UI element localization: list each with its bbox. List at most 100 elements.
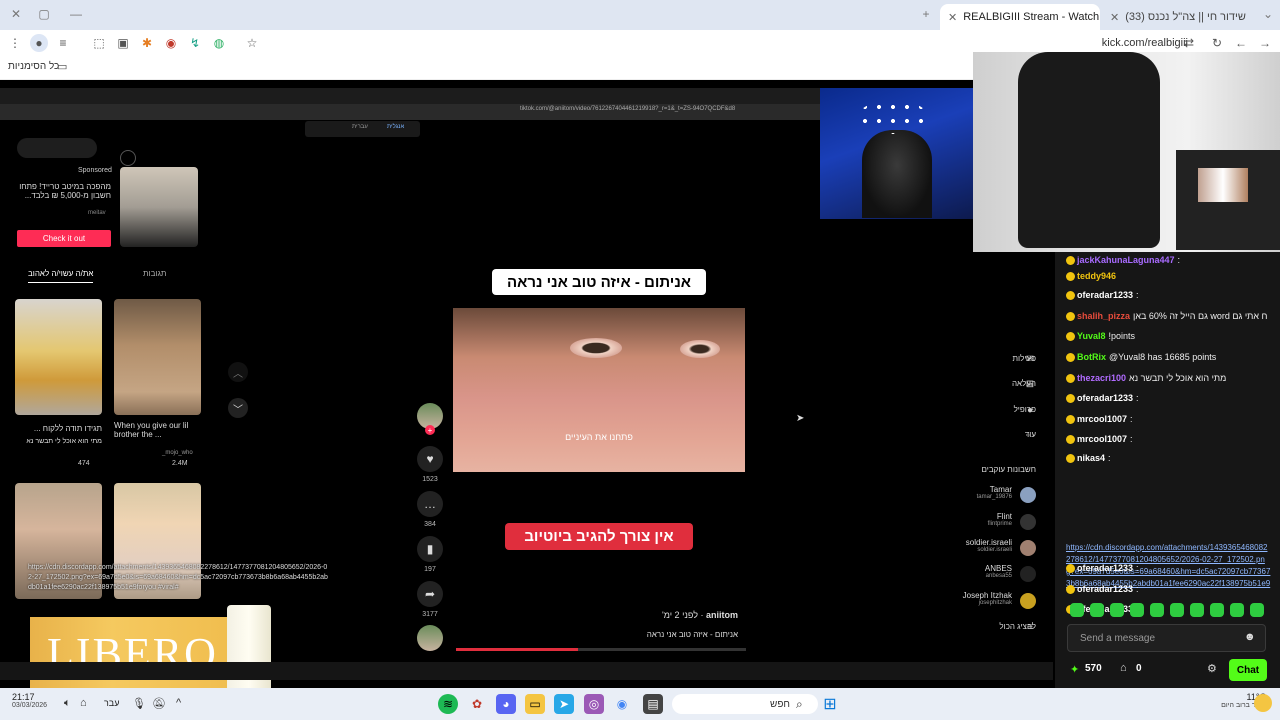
chat-username[interactable]: oferadar1233 (1077, 584, 1133, 594)
settings-gear-icon[interactable]: ⚙ (1207, 662, 1217, 675)
tab-search-icon[interactable]: ⌄ (1256, 4, 1280, 24)
heart-icon[interactable]: ♥ (417, 446, 443, 472)
emote-icon[interactable] (1130, 603, 1144, 617)
suggestion-thumbnail[interactable] (15, 299, 102, 415)
discord-icon[interactable]: ◕ (496, 694, 516, 714)
emoji-icon[interactable]: ☻ (1244, 631, 1256, 643)
file-explorer-icon[interactable]: ▭ (525, 694, 545, 714)
list-icon[interactable]: ≡ (1022, 619, 1038, 635)
music-avatar[interactable] (417, 625, 443, 651)
show-hidden-icons[interactable]: ^ (176, 697, 181, 709)
profile-icon[interactable]: ● (30, 34, 48, 52)
tab-you-may-like[interactable]: את/ה עשוי/ה לאהוב (28, 269, 94, 283)
bookmark-star-icon[interactable]: ☆ (243, 34, 261, 52)
tab-hebrew[interactable]: עברית (352, 124, 368, 136)
upload-icon[interactable]: ⊞ (1022, 376, 1038, 392)
reload-icon[interactable]: ↻ (1208, 34, 1226, 52)
language-indicator[interactable]: עבר (104, 698, 119, 708)
emote-icon[interactable] (1250, 603, 1264, 617)
chevron-down-icon[interactable]: ﹀ (228, 398, 248, 418)
emote-icon[interactable] (1170, 603, 1184, 617)
send-message-input[interactable]: Send a message (1067, 624, 1266, 652)
extension-icon[interactable]: ≡ (54, 34, 72, 52)
inbox-icon[interactable]: ✉ (1022, 351, 1038, 367)
following-avatar[interactable] (1020, 593, 1036, 609)
emote-icon[interactable] (1110, 603, 1124, 617)
share-icon[interactable]: ➦ (417, 581, 443, 607)
following-item[interactable]: ANBES anbesa55 (930, 564, 1012, 579)
emote-icon[interactable] (1090, 603, 1104, 617)
bookmark-icon[interactable]: ▮ (417, 536, 443, 562)
chat-username[interactable]: oferadar1233 (1077, 290, 1133, 300)
close-window-icon[interactable]: ✕ (4, 4, 28, 24)
tiktok-controls[interactable] (17, 138, 97, 158)
gift-icon[interactable]: ⌂ (1120, 662, 1127, 674)
emote-icon[interactable] (1190, 603, 1204, 617)
video-progress-bar[interactable] (456, 648, 746, 651)
check-it-out-button[interactable]: Check it out (17, 230, 111, 247)
minimize-window-icon[interactable]: — (64, 4, 88, 24)
extensions-puzzle-icon[interactable]: ⬚ (90, 34, 108, 52)
follow-plus-icon[interactable]: + (425, 425, 435, 435)
all-bookmarks-link[interactable]: כל הסימניות (8, 61, 59, 72)
forward-icon[interactable]: ← (1232, 34, 1250, 52)
new-tab-icon[interactable]: + (914, 4, 938, 24)
following-avatar[interactable] (1020, 566, 1036, 582)
chat-username[interactable]: Yuval8 (1077, 331, 1106, 341)
chat-username[interactable]: oferadar1233 (1077, 563, 1133, 573)
microphone-icon[interactable]: 🎙︎ (132, 697, 146, 710)
terminal-icon[interactable]: ▤ (643, 694, 663, 714)
chat-username[interactable]: jackKahunaLaguna447 (1077, 255, 1175, 265)
emote-icon[interactable] (1230, 603, 1244, 617)
video-author[interactable]: aniitom · לפני 2 ימ' (560, 610, 738, 620)
telegram-icon[interactable]: ➤ (554, 694, 574, 714)
following-avatar[interactable] (1020, 487, 1036, 503)
tab-kick-stream[interactable]: ✕ REALBIGIII Stream - Watch (940, 4, 1100, 30)
chat-username[interactable]: thezacri100 (1077, 373, 1126, 383)
windows-start-icon[interactable]: ⊞ (820, 694, 840, 714)
extension-orange-icon[interactable]: ✱ (138, 34, 156, 52)
video-frame[interactable] (453, 308, 745, 472)
chat-send-button[interactable]: Chat (1229, 659, 1267, 681)
close-tab-icon[interactable]: ✕ (1110, 11, 1119, 24)
more-dots-icon[interactable]: ⋯ (1022, 427, 1038, 443)
extension-red-icon[interactable]: ◉ (162, 34, 180, 52)
tab-comments[interactable]: תגובות (143, 269, 166, 278)
chat-username[interactable]: teddy946 (1077, 271, 1116, 281)
emote-icon[interactable] (1150, 603, 1164, 617)
close-tab-icon[interactable]: ✕ (948, 11, 957, 24)
chat-username[interactable]: nikas4 (1077, 453, 1105, 463)
back-icon[interactable]: → (1256, 34, 1274, 52)
suggestion-thumbnail[interactable] (114, 299, 201, 415)
tab-youtube[interactable]: ✕ שידור חי || צה"ל נכנס (33) (1102, 4, 1252, 30)
emote-icon[interactable] (1070, 603, 1084, 617)
following-avatar[interactable] (1020, 514, 1036, 530)
chat-username[interactable]: shalih_pizza (1077, 311, 1130, 321)
spotify-icon[interactable]: ≋ (438, 694, 458, 714)
following-avatar[interactable] (1020, 540, 1036, 556)
comment-icon[interactable]: … (417, 491, 443, 517)
tab-english[interactable]: אנגלית (387, 124, 404, 136)
emote-icon[interactable] (1210, 603, 1224, 617)
chat-username[interactable]: BotRix (1077, 352, 1106, 362)
profile-avatar-icon[interactable]: ● (1022, 402, 1038, 418)
network-icon[interactable]: ⌂ (80, 697, 87, 709)
obs-icon[interactable]: ◎ (584, 694, 604, 714)
chevron-up-icon[interactable]: ︿ (228, 362, 248, 382)
sponsored-thumbnail[interactable] (120, 167, 198, 247)
clock[interactable]: 21:17 03/03/2026 (12, 692, 47, 709)
restore-window-icon[interactable]: ▢ (32, 4, 56, 24)
following-item[interactable]: soldier.israeli soldier.israeli (930, 538, 1012, 553)
chat-username[interactable]: oferadar1233 (1077, 393, 1133, 403)
extension-green-icon[interactable]: ◍ (210, 34, 228, 52)
site-settings-icon[interactable]: ⇄ (1180, 34, 1198, 52)
address-bar[interactable]: kick.com/realbigiii (1008, 32, 1188, 54)
menu-icon[interactable]: ⋮ (6, 34, 24, 52)
screen-capture-icon[interactable]: ▣ (114, 34, 132, 52)
app-icon[interactable]: ✿ (467, 694, 487, 714)
extension-teal-icon[interactable]: ↯ (186, 34, 204, 52)
volume-icon[interactable]: 🔈︎ (64, 697, 71, 710)
points-count[interactable]: 570 (1085, 663, 1102, 674)
chrome-icon[interactable]: ◉ (612, 694, 632, 714)
following-item[interactable]: Joseph Itzhak josephitzhak (930, 591, 1012, 606)
